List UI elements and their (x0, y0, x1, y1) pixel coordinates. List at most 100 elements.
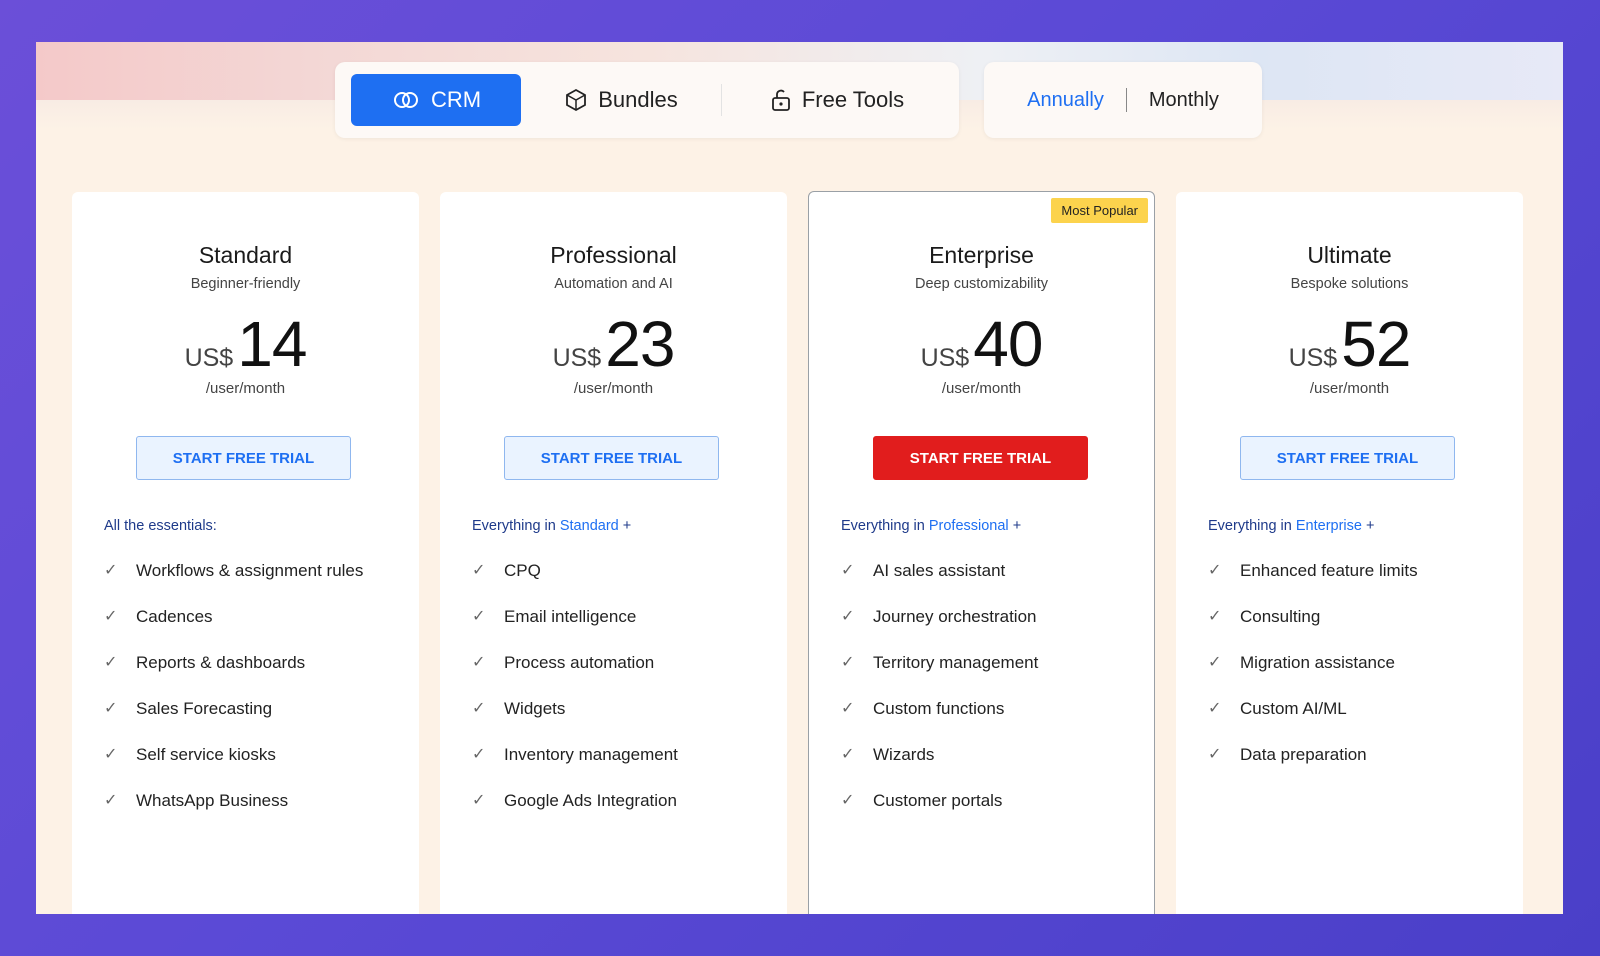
features-intro: Everything in Professional + (841, 518, 1021, 534)
billing-annually[interactable]: Annually (1027, 89, 1104, 112)
check-icon: ✓ (104, 700, 118, 717)
check-icon: ✓ (841, 654, 855, 671)
plan-subtitle: Deep customizability (915, 276, 1048, 292)
price-amount: 14 (237, 308, 307, 380)
billing-period-toggle: Annually Monthly (984, 62, 1262, 138)
intro-prefix: Everything in (841, 518, 925, 534)
plan-price: US$ 40 (809, 307, 1154, 381)
check-icon: ✓ (1208, 654, 1222, 671)
price-amount: 23 (605, 308, 675, 380)
price-unit: /user/month (573, 380, 654, 397)
feature-label: Sales Forecasting (136, 699, 273, 718)
check-icon: ✓ (472, 654, 486, 671)
check-icon: ✓ (1208, 608, 1222, 625)
feature-label: Reports & dashboards (136, 653, 306, 672)
billing-monthly[interactable]: Monthly (1149, 89, 1219, 112)
tab-crm-label: CRM (430, 87, 482, 112)
list-item: ✓ Email intelligence (472, 604, 762, 630)
list-item: ✓ Process automation (472, 650, 762, 676)
check-icon: ✓ (841, 746, 855, 763)
plan-subtitle: Automation and AI (554, 276, 673, 292)
list-item: ✓ CPQ (472, 558, 762, 584)
intro-plan-link: Standard (559, 518, 619, 534)
feature-label: WhatsApp Business (136, 791, 289, 810)
list-item: ✓ Consulting (1208, 604, 1498, 630)
check-icon: ✓ (1208, 562, 1222, 579)
start-free-trial-button[interactable]: START FREE TRIAL (1240, 436, 1455, 480)
tab-bundles[interactable]: Bundles (521, 74, 721, 126)
list-item: ✓ Territory management (841, 650, 1131, 676)
check-icon: ✓ (104, 746, 118, 763)
intro-prefix: Everything in (472, 518, 556, 534)
check-icon: ✓ (104, 792, 118, 809)
tab-bundles-label: Bundles (598, 87, 678, 112)
start-free-trial-button[interactable]: START FREE TRIAL (504, 436, 719, 480)
check-icon: ✓ (841, 608, 855, 625)
plan-subtitle: Beginner-friendly (190, 276, 301, 292)
list-item: ✓ Cadences (104, 604, 394, 630)
plan-name: Standard (198, 242, 293, 268)
most-popular-badge: Most Popular (1051, 198, 1148, 223)
intro-suffix: + (622, 518, 632, 534)
list-item: ✓ Enhanced feature limits (1208, 558, 1498, 584)
feature-label: Enhanced feature limits (1240, 561, 1418, 580)
feature-label: Customer portals (873, 791, 1003, 810)
bundles-icon (564, 88, 588, 112)
list-item: ✓ Sales Forecasting (104, 696, 394, 722)
feature-label: Workflows & assignment rules (136, 561, 364, 580)
plan-card-professional: Professional Automation and AI US$ 23 /u… (440, 192, 787, 914)
feature-list: ✓ Workflows & assignment rules ✓ Cadences … (104, 558, 394, 834)
tab-free-tools-label: Free Tools (801, 87, 905, 112)
plan-price: US$ 23 (440, 307, 787, 381)
list-item: ✓ Custom functions (841, 696, 1131, 722)
price-currency: US$ (920, 344, 970, 372)
list-item: ✓ Data preparation (1208, 742, 1498, 768)
price-unit: /user/month (941, 380, 1022, 397)
start-free-trial-button[interactable]: START FREE TRIAL (136, 436, 351, 480)
plan-subtitle: Bespoke solutions (1290, 276, 1409, 292)
feature-label: Email intelligence (504, 607, 637, 626)
check-icon: ✓ (472, 746, 486, 763)
list-item: ✓ Custom AI/ML (1208, 696, 1498, 722)
feature-label: Inventory management (504, 745, 678, 764)
feature-label: Custom AI/ML (1240, 699, 1347, 718)
price-unit: /user/month (205, 380, 286, 397)
intro-plan-link: Enterprise (1295, 518, 1362, 534)
start-free-trial-button[interactable]: START FREE TRIAL (873, 436, 1088, 480)
plan-card-ultimate: Ultimate Bespoke solutions US$ 52 /user/… (1176, 192, 1523, 914)
list-item: ✓ Customer portals (841, 788, 1131, 814)
intro-suffix: + (1365, 518, 1375, 534)
feature-list: ✓ Enhanced feature limits ✓ Consulting ✓ Mi… (1208, 558, 1498, 788)
check-icon: ✓ (104, 608, 118, 625)
crm-icon (391, 90, 421, 110)
check-icon: ✓ (472, 792, 486, 809)
feature-label: Territory management (873, 653, 1039, 672)
tab-free-tools[interactable]: Free Tools (722, 74, 952, 126)
product-tab-switcher: CRM Bundles Free Tools (335, 62, 959, 138)
feature-label: Process automation (504, 653, 655, 672)
tab-crm[interactable]: CRM (351, 74, 521, 126)
check-icon: ✓ (1208, 746, 1222, 763)
check-icon: ✓ (104, 562, 118, 579)
pricing-panel: CRM Bundles Free Tools Annually Monthly … (36, 42, 1563, 914)
plan-name: Enterprise (929, 242, 1034, 268)
feature-label: Data preparation (1240, 745, 1367, 764)
feature-label: Self service kiosks (136, 745, 276, 764)
feature-list: ✓ AI sales assistant ✓ Journey orchestrati… (841, 558, 1131, 834)
list-item: ✓ Workflows & assignment rules (104, 558, 394, 584)
feature-label: Consulting (1240, 607, 1321, 626)
plan-price: US$ 14 (72, 307, 419, 381)
intro-prefix: Everything in (1208, 518, 1292, 534)
price-amount: 52 (1341, 308, 1411, 380)
features-intro: Everything in Standard + (472, 518, 631, 534)
feature-label: Journey orchestration (873, 607, 1037, 626)
plan-card-enterprise: Most Popular Enterprise Deep customizabi… (808, 191, 1155, 914)
check-icon: ✓ (841, 700, 855, 717)
check-icon: ✓ (472, 562, 486, 579)
billing-divider (1125, 88, 1127, 112)
features-intro: Everything in Enterprise + (1208, 518, 1374, 534)
check-icon: ✓ (841, 562, 855, 579)
list-item: ✓ Wizards (841, 742, 1131, 768)
check-icon: ✓ (472, 608, 486, 625)
list-item: ✓ Google Ads Integration (472, 788, 762, 814)
